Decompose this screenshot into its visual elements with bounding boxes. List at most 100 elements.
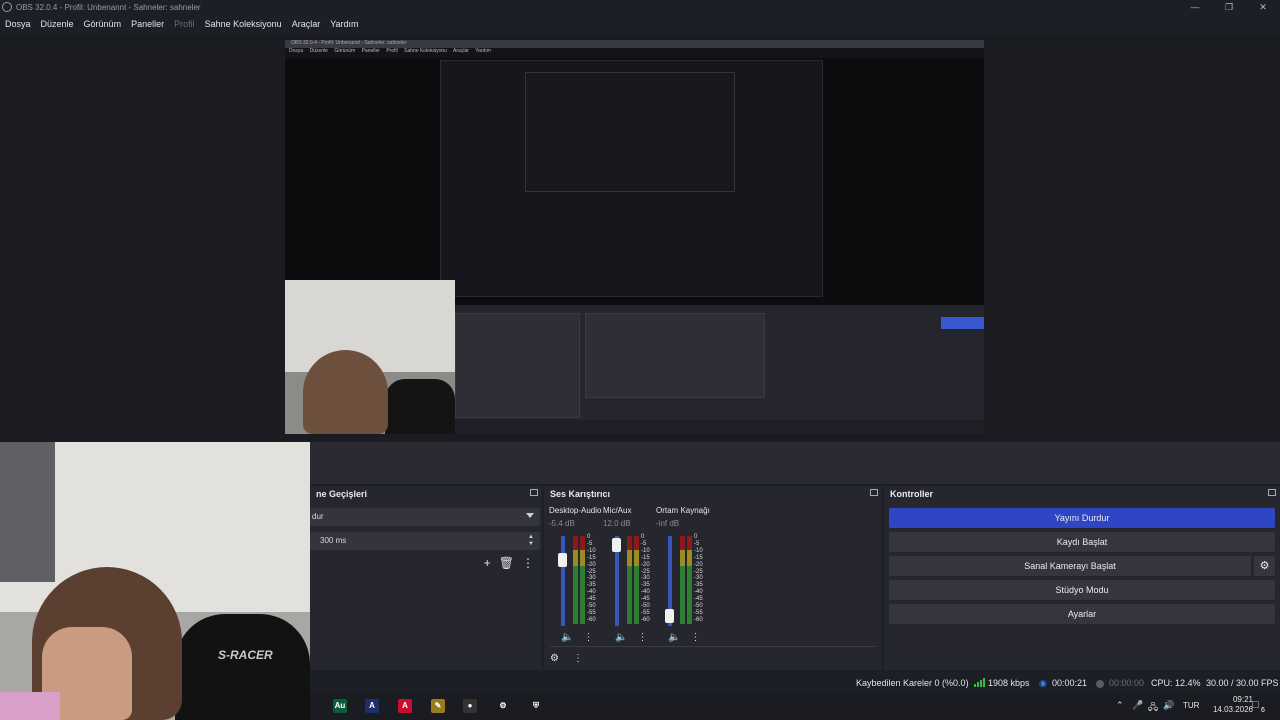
meter-scale-tick: -20 [694,561,703,568]
stop-streaming-button[interactable]: Yayını Durdur [889,508,1275,528]
undock-icon[interactable] [870,489,878,496]
meter-scale: 0 -5 -10 -15 -20 -25 -30 -35 -40 -45 -50 -55 -60 [641,534,650,624]
menu-paneller[interactable]: Paneller [126,19,169,29]
dropped-frames-status: Kaybedilen Kareler 0 (%0.0) [856,678,969,688]
meter-scale-tick: -10 [587,547,596,554]
preview-inner-webcam-person [303,350,388,434]
preview-inner-menu: Dosya Düzenle Görünüm Paneller Profil Sa… [285,48,984,58]
meter-scale-tick: -45 [694,596,703,603]
language-indicator[interactable]: TUR [1183,701,1199,710]
taskbar-obs-icon[interactable]: ● [463,699,477,713]
channel-volume-db: -inf dB [656,519,680,528]
transition-more-button[interactable]: ⋮ [522,556,534,570]
meter-scale-tick: -50 [587,603,596,610]
taskbar-acrobat-icon[interactable]: A [398,699,412,713]
menu-profil[interactable]: Profil [169,19,200,29]
meter-scale-tick: -30 [641,575,650,582]
start-virtual-camera-button[interactable]: Sanal Kamerayı Başlat [889,556,1251,576]
controls-header: Kontroller [884,486,1280,502]
controls-panel: Kontroller Yayını Durdur Kaydı Başlat Sa… [884,486,1280,670]
close-button[interactable]: ✕ [1246,0,1280,14]
duration-spinner[interactable]: ▲ ▼ [528,534,534,548]
mixer-divider [550,646,876,647]
menu-duzenle[interactable]: Düzenle [36,19,79,29]
clock-time: 09:21 [1232,695,1253,704]
virtual-camera-settings-button[interactable]: ⚙ [1254,556,1275,576]
speaker-icon[interactable]: 🔈 [668,632,680,643]
status-bar: Kaybedilen Kareler 0 (%0.0) 1908 kbps ◉ … [310,676,1280,692]
notification-count: 6 [1261,707,1265,714]
volume-fader-handle[interactable] [612,537,621,552]
clock[interactable]: 09:21 14.03.2026 [1203,695,1253,715]
preview-inner-mixer [585,313,765,398]
meter-scale-tick: -5 [587,540,593,547]
taskbar: Au A A ✎ ● ⚙ ⛨ ⌃ 🎤 🖧 🔊 TUR 09:21 14.03.2026 □ … [310,692,1280,720]
meter-scale-tick: -50 [694,603,703,610]
volume-fader-handle[interactable] [558,552,567,567]
meter-scale-tick: -30 [694,575,703,582]
channel-more-button[interactable]: ⋮ [690,632,700,643]
meter-scale: 0 -5 -10 -15 -20 -25 -30 -35 -40 -45 -50 -55 -60 [694,534,703,624]
menu-bar: Dosya Düzenle Görünüm Paneller Profil Sa… [0,14,1280,34]
menu-araclar[interactable]: Araçlar [287,19,326,29]
meter-scale-tick: -50 [641,603,650,610]
level-meter-left [573,536,578,624]
preview-inner-menu-item: Görünüm [334,48,356,54]
add-transition-button[interactable]: + [484,556,491,570]
menu-sahne-koleksiyonu[interactable]: Sahne Koleksiyonu [200,19,287,29]
meter-scale-tick: -45 [587,596,596,603]
volume-fader-track[interactable] [561,536,565,626]
settings-button[interactable]: Ayarlar [889,604,1275,624]
meter-scale-tick: -35 [641,582,650,589]
meter-scale-tick: 0 [694,534,698,540]
channel-more-button[interactable]: ⋮ [637,632,647,643]
meter-scale-tick: -25 [641,568,650,575]
taskbar-pencil-app-icon[interactable]: ✎ [431,699,445,713]
preview-inner-stop-button [941,317,984,329]
channel-more-button[interactable]: ⋮ [583,632,593,643]
delete-transition-button[interactable]: 🗑 [499,556,514,570]
preview-inner-statusbar [455,420,984,434]
studio-mode-button[interactable]: Stüdyo Modu [889,580,1275,600]
minimize-button[interactable]: — [1178,0,1212,14]
undock-icon[interactable] [1268,489,1276,496]
network-icon[interactable]: 🖧 [1148,700,1158,716]
meter-scale-tick: -25 [694,568,703,575]
notification-icon[interactable]: □ [1252,699,1259,711]
chevron-down-icon [526,513,534,518]
taskbar-security-icon[interactable]: ⛨ [529,699,543,713]
fps-status: 30.00 / 30.00 FPS [1206,678,1279,688]
advanced-audio-icon[interactable]: ⚙ [550,653,559,664]
taskbar-audition-icon[interactable]: Au [333,699,347,713]
maximize-button[interactable]: ❐ [1212,0,1246,14]
mixer-more-button[interactable]: ⋮ [573,653,583,664]
transition-duration-field[interactable]: 300 ms ▲ ▼ [310,532,540,550]
undock-icon[interactable] [530,489,538,496]
channel-name: Mic/Aux [603,506,632,515]
taskbar-affinity-designer-icon[interactable]: A [365,699,379,713]
transition-duration-value: 300 ms [320,536,347,545]
meter-scale-tick: -20 [587,561,596,568]
gear-icon: ⚙ [1259,560,1270,572]
menu-dosya[interactable]: Dosya [0,19,36,29]
speaker-icon[interactable]: 🔈 [615,632,627,643]
start-recording-button[interactable]: Kaydı Başlat [889,532,1275,552]
menu-gorunum[interactable]: Görünüm [79,19,127,29]
channel-controls: 🔈 ⋮ [615,632,647,643]
volume-fader-handle[interactable] [665,608,674,623]
preview-canvas[interactable]: OBS 32.0.4 - Profil: Unbenannt - Sahnele… [285,40,984,434]
audio-mixer-panel: Ses Karıştırıcı Desktop-Audio -5.4 dB 0 -5-… [544,486,882,670]
level-meter-left [680,536,685,624]
microphone-icon[interactable]: 🎤 [1132,700,1143,711]
meter-scale-tick: -60 [694,616,703,623]
speaker-icon[interactable]: 🔈 [561,632,573,643]
taskbar-settings-icon[interactable]: ⚙ [496,699,510,713]
volume-icon[interactable]: 🔊 [1163,700,1174,711]
level-meter-right [687,536,692,624]
menu-yardim[interactable]: Yardım [325,19,363,29]
transition-select[interactable]: dur [310,508,540,526]
chevron-up-icon[interactable]: ⌃ [1116,700,1124,711]
preview-inner-menu-item: Araçlar [453,48,469,54]
preview-nested-window-deep [525,72,735,192]
transition-selected-value: dur [312,512,324,521]
